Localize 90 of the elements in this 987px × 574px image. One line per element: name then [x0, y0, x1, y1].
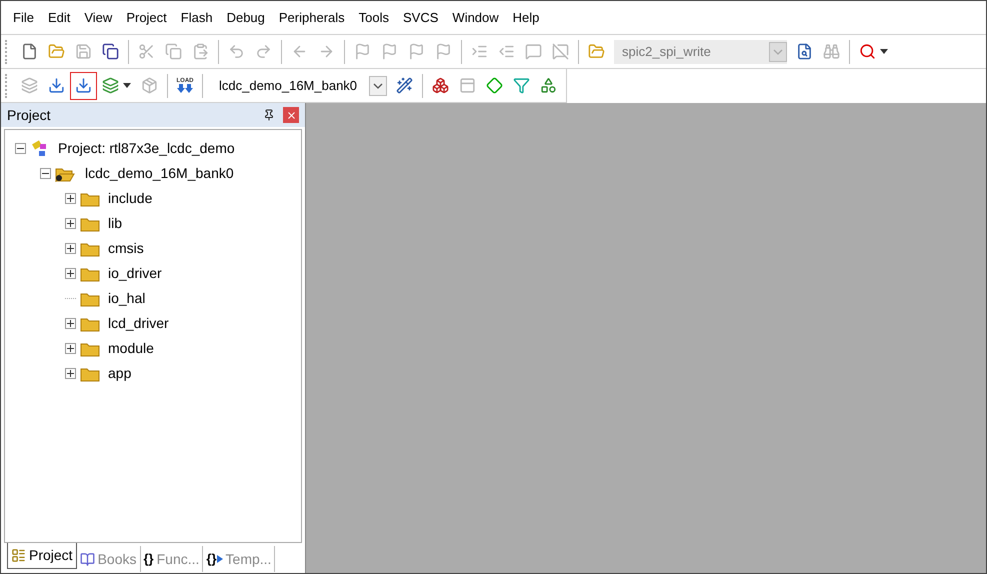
expander-toggle[interactable]: [65, 268, 76, 279]
menu-item[interactable]: View: [77, 8, 120, 28]
download-icon: [48, 77, 65, 94]
expander-toggle[interactable]: [65, 243, 76, 254]
panel-tab[interactable]: {} Func...: [140, 546, 204, 572]
flag-icon: [408, 43, 425, 60]
panel-tab[interactable]: Books: [76, 546, 140, 572]
cut-icon: [138, 43, 155, 60]
menu-item[interactable]: Edit: [40, 8, 78, 28]
tree-item[interactable]: module: [108, 338, 154, 359]
caret-icon: [369, 76, 388, 96]
menu-item[interactable]: Flash: [174, 8, 220, 28]
paste-icon: [192, 43, 209, 60]
magic-wand-icon: [396, 77, 414, 94]
book-icon: [80, 552, 95, 566]
caret-icon: [768, 42, 787, 62]
layers-icon: [21, 77, 38, 94]
redo-icon: [255, 43, 272, 60]
flag-icon: [354, 43, 371, 60]
tree-item[interactable]: lcd_driver: [108, 313, 169, 334]
close-button[interactable]: [283, 107, 299, 123]
filter-icon: [513, 77, 530, 94]
expander-toggle[interactable]: [15, 143, 26, 154]
menu-item[interactable]: Project: [119, 8, 174, 28]
toolbar-grip: [5, 40, 8, 64]
download-icon: [75, 77, 92, 94]
blocks-icon: [432, 77, 450, 94]
package-icon: [141, 77, 158, 94]
tree-item[interactable]: lib: [108, 213, 122, 234]
menu-item[interactable]: Debug: [220, 8, 272, 28]
document-search-icon: [796, 43, 813, 60]
toolbar-grip: [5, 74, 8, 98]
save-all-icon: [102, 43, 119, 60]
project-list-icon: [11, 548, 26, 563]
copy-icon: [165, 43, 182, 60]
panel-tab[interactable]: Project: [7, 543, 77, 569]
plus-icon: [67, 270, 74, 277]
menu-item[interactable]: Window: [445, 8, 506, 28]
plus-icon: [67, 320, 74, 327]
indent-icon: [471, 43, 488, 60]
expander-toggle[interactable]: [40, 168, 51, 179]
tree-item[interactable]: app: [108, 363, 132, 384]
undo-icon: [228, 43, 245, 60]
open-folder-icon: [48, 43, 65, 60]
tree-item[interactable]: include: [108, 188, 152, 209]
expander-toggle[interactable]: [65, 218, 76, 229]
outdent-icon: [498, 43, 515, 60]
windows-icon: [459, 77, 476, 94]
tree-item[interactable]: lcdc_demo_16M_bank0: [85, 163, 234, 184]
minus-icon: [17, 145, 24, 152]
expander-toggle[interactable]: [65, 318, 76, 329]
down-arrows-icon: [177, 84, 193, 94]
magnifier-icon: [858, 43, 876, 60]
expander-toggle[interactable]: [65, 193, 76, 204]
flag-icon: [381, 43, 398, 60]
minus-icon: [42, 170, 49, 177]
tree-item[interactable]: cmsis: [108, 238, 144, 259]
save-icon: [75, 43, 92, 60]
menu-item[interactable]: File: [6, 8, 41, 28]
plus-icon: [67, 370, 74, 377]
caret-icon: [123, 83, 131, 88]
menu-item[interactable]: SVCS: [396, 8, 446, 28]
diamond-icon: [486, 77, 504, 94]
panel-title: Project: [7, 106, 51, 125]
uncomment-icon: [552, 43, 569, 60]
binoculars-icon: [822, 43, 840, 60]
expander-toggle[interactable]: [65, 368, 76, 379]
new-file-icon: [21, 43, 38, 60]
plus-icon: [67, 220, 74, 227]
plus-icon: [67, 195, 74, 202]
close-icon: [286, 110, 296, 120]
tree-item[interactable]: io_hal: [108, 288, 146, 309]
tree-item[interactable]: io_driver: [108, 263, 162, 284]
panel-tab[interactable]: {} Temp...: [203, 546, 276, 572]
toolbar-button[interactable]: [70, 72, 97, 100]
shapes-icon: [540, 77, 558, 94]
caret-icon: [880, 49, 888, 54]
tree-item[interactable]: Project: rtl87x3e_lcdc_demo: [58, 138, 235, 159]
arrow-icon: [216, 555, 223, 563]
comment-icon: [525, 43, 542, 60]
folder-search-icon: [588, 43, 605, 60]
layers-icon: [102, 77, 119, 94]
flag-icon: [435, 43, 452, 60]
plus-icon: [67, 345, 74, 352]
expander-toggle[interactable]: [65, 343, 76, 354]
menu-item[interactable]: Help: [506, 8, 546, 28]
menu-item[interactable]: Tools: [352, 8, 396, 28]
menu-item[interactable]: Peripherals: [272, 8, 352, 28]
pin-icon[interactable]: [263, 109, 275, 121]
plus-icon: [67, 245, 74, 252]
